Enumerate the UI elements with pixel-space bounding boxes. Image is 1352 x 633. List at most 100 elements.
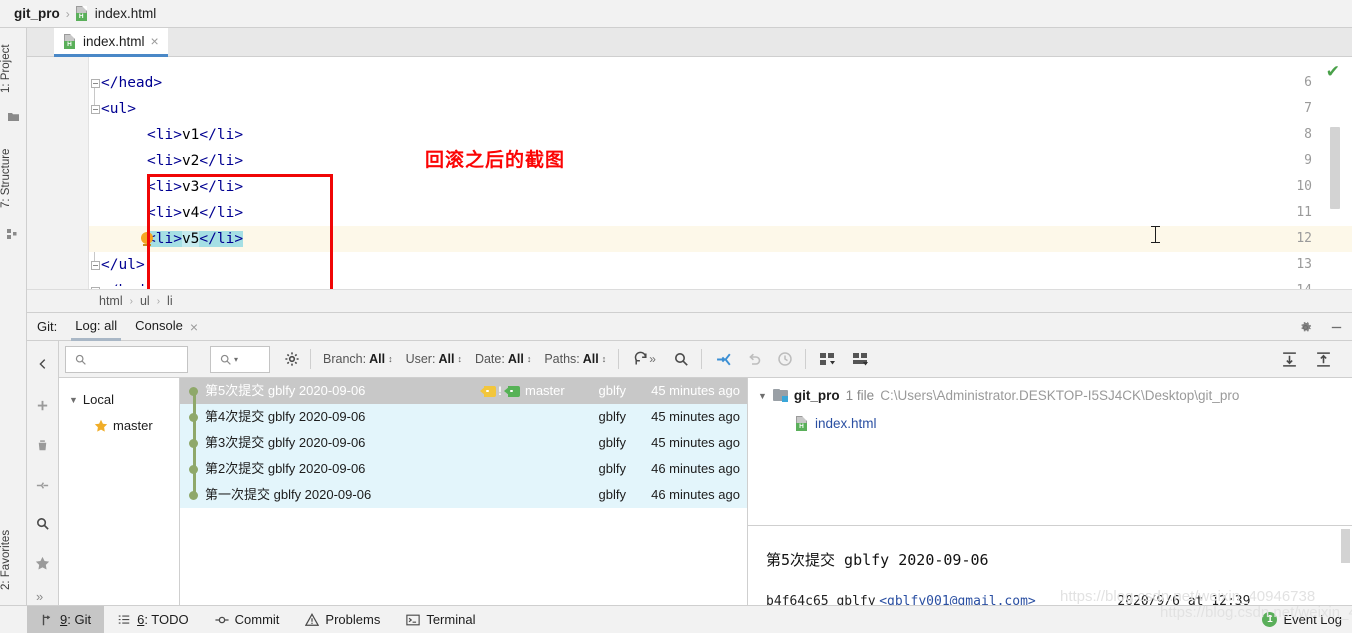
ref-warning-icon: !	[498, 384, 502, 398]
terminal-icon	[406, 614, 421, 625]
code-editor[interactable]: 6 </head> 7 <ul> 8 <li>v1</li> 9 <li>v2</li> 10 <…	[27, 57, 1352, 289]
statusbar-item-todo[interactable]: 6: TODO	[104, 606, 202, 633]
project-folder-icon	[7, 110, 20, 123]
statusbar-item-git[interactable]: 9: Git	[27, 605, 105, 633]
branch-group-local[interactable]: ▼ Local	[69, 392, 114, 407]
collapse-all-right-icon[interactable]	[1315, 351, 1332, 368]
statusbar-label: Problems	[325, 612, 381, 627]
breadcrumb: html › ul › li	[27, 289, 1352, 313]
editor-scrollbar[interactable]	[1330, 127, 1340, 209]
commit-icon	[215, 616, 229, 623]
collapse-icon[interactable]	[35, 478, 50, 493]
close-icon[interactable]: ×	[190, 319, 198, 335]
code-line[interactable]: <li>v1</li>	[147, 122, 243, 148]
chevron-right-icon: ›	[156, 295, 161, 307]
sidebar-tab-project[interactable]: 1: Project	[0, 32, 27, 106]
show-diff-layout-icon[interactable]	[820, 352, 837, 367]
search-input[interactable]	[65, 345, 188, 373]
tab-log-all[interactable]: Log: all	[71, 318, 122, 341]
collapse-all-icon[interactable]	[716, 351, 733, 368]
delete-icon[interactable]	[35, 438, 50, 453]
ref-label: master	[525, 383, 565, 398]
filter-settings-gear-icon[interactable]	[284, 351, 300, 367]
navbar-project-name[interactable]: git_pro	[14, 6, 60, 21]
changed-files-root[interactable]: ▼ git_pro 1 file C:\Users\Administrator.…	[758, 388, 1239, 403]
filter-search-dropdown[interactable]: ▾	[210, 345, 270, 373]
warning-triangle-icon	[305, 612, 320, 626]
search-icon[interactable]	[673, 351, 689, 367]
preview-layout-icon[interactable]	[853, 352, 870, 367]
line-number: 10	[1296, 179, 1312, 194]
search-icon[interactable]	[35, 516, 50, 531]
detail-scrollbar[interactable]	[1341, 529, 1350, 563]
more-icon[interactable]: »	[36, 589, 43, 604]
statusbar-item-terminal[interactable]: Terminal	[393, 606, 488, 633]
breadcrumb-item-html[interactable]: html	[99, 294, 123, 308]
commit-detail-panel[interactable]: 第5次提交 gblfy 2020-09-06 b4f64c65 gblfy <g…	[748, 527, 1352, 607]
settings-gear-icon[interactable]	[1298, 320, 1313, 335]
sidebar-tab-favorites[interactable]: 2: Favorites	[0, 518, 27, 602]
filter-branch[interactable]: Branch: All ↕	[323, 352, 393, 366]
statusbar-event-log[interactable]: 1 Event Log	[1262, 612, 1342, 627]
html-file-icon: H	[796, 416, 809, 431]
branch-tree-panel[interactable]: ▼ Local master	[59, 378, 180, 605]
commit-subject: 第一次提交 gblfy 2020-09-06	[205, 487, 372, 502]
changed-file-item[interactable]: H index.html	[796, 416, 877, 431]
expand-all-right-icon[interactable]	[1281, 351, 1298, 368]
code-line[interactable]: </ul>	[101, 252, 145, 278]
breadcrumb-item-li[interactable]: li	[167, 294, 173, 308]
chevron-down-icon: ▼	[69, 394, 78, 405]
commit-row[interactable]: 第4次提交 gblfy 2020-09-06 gblfy 45 minutes ag…	[180, 404, 747, 430]
code-line[interactable]: </body>	[101, 278, 162, 286]
commit-row[interactable]: 第2次提交 gblfy 2020-09-06 gblfy 46 minutes ag…	[180, 456, 747, 482]
fold-toggle-icon[interactable]	[89, 259, 101, 271]
commit-list[interactable]: 第5次提交 gblfy 2020-09-06! master gblfy 45 min…	[180, 378, 748, 605]
code-line[interactable]: <li>v2</li>	[147, 148, 243, 174]
filter-paths[interactable]: Paths: All ↕	[544, 352, 606, 366]
commit-date: 45 minutes ago	[651, 435, 740, 450]
fold-toggle-icon[interactable]	[89, 77, 101, 89]
star-icon	[94, 419, 108, 432]
statusbar-label: Terminal	[426, 612, 476, 627]
statusbar-item-commit[interactable]: Commit	[202, 606, 293, 633]
collapse-left-icon[interactable]	[36, 357, 50, 371]
branch-item-master[interactable]: master	[94, 418, 153, 433]
folder-icon	[772, 389, 788, 402]
fold-toggle-icon[interactable]	[89, 103, 101, 115]
commit-graph-node	[186, 482, 202, 508]
code-line[interactable]: <ul>	[101, 96, 136, 122]
expand-more-icon[interactable]: »	[649, 352, 663, 366]
changed-files-panel[interactable]: ▼ git_pro 1 file C:\Users\Administrator.…	[748, 378, 1352, 526]
intention-bulb-icon[interactable]	[141, 232, 153, 246]
code-line[interactable]: </head>	[101, 70, 162, 96]
line-number: 14	[1290, 278, 1312, 289]
event-log-label: Event Log	[1283, 612, 1342, 627]
commit-row[interactable]: 第3次提交 gblfy 2020-09-06 gblfy 45 minutes ag…	[180, 430, 747, 456]
close-icon[interactable]: ×	[151, 34, 159, 48]
code-line[interactable]: <li>v4</li>	[147, 200, 243, 226]
commit-author: gblfy	[598, 383, 626, 398]
tab-console[interactable]: Console	[135, 318, 183, 335]
code-line[interactable]: <li>v3</li>	[147, 174, 243, 200]
statusbar-item-problems[interactable]: Problems	[292, 606, 393, 633]
filter-date[interactable]: Date: All ↕	[475, 352, 531, 366]
minimize-icon[interactable]	[1329, 320, 1344, 335]
breadcrumb-item-ul[interactable]: ul	[140, 294, 150, 308]
add-icon[interactable]	[35, 398, 50, 413]
refresh-icon[interactable]	[633, 351, 649, 367]
line-number: 11	[1296, 205, 1312, 220]
code-line[interactable]: <li>v5</li>	[147, 226, 244, 252]
chevron-down-icon: ▼	[758, 390, 767, 401]
undo-icon	[747, 351, 763, 367]
navbar-file-name[interactable]: index.html	[95, 6, 157, 21]
favorite-star-icon[interactable]	[35, 556, 50, 571]
editor-tab-label: index.html	[83, 33, 145, 49]
commit-row[interactable]: 第5次提交 gblfy 2020-09-06! master gblfy 45 min…	[180, 378, 747, 404]
commit-row[interactable]: 第一次提交 gblfy 2020-09-06 gblfy 46 minutes ag…	[180, 482, 747, 508]
sidebar-tab-structure[interactable]: 7: Structure	[0, 133, 27, 223]
filter-user[interactable]: User: All ↕	[406, 352, 462, 366]
editor-tab-index-html[interactable]: H index.html ×	[54, 28, 168, 57]
inspection-ok-icon[interactable]: ✔	[1326, 62, 1340, 82]
commit-author: gblfy	[598, 487, 626, 502]
editor-gutter[interactable]	[27, 57, 89, 289]
